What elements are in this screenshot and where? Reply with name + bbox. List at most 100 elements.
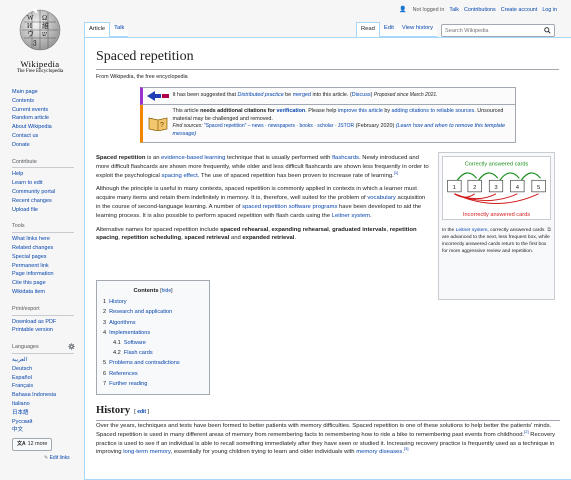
sidebar-item-upload-file[interactable]: Upload file	[12, 207, 38, 213]
toc-item-number: 1	[103, 299, 107, 306]
toc-item[interactable]: 7 Further reading	[103, 379, 203, 389]
tab-article[interactable]: Article	[84, 22, 111, 37]
long-term-memory-link[interactable]: long-term memory	[123, 449, 170, 455]
toc-item[interactable]: 1 History	[103, 297, 203, 307]
sidebar-item-special-pages[interactable]: Special pages	[12, 254, 47, 260]
toc-item[interactable]: 6 References	[103, 369, 203, 379]
sidebar-item-wikidata-item[interactable]: Wikidata item	[12, 289, 45, 295]
print-portal: Print/export Download as PDF Printable v…	[0, 305, 82, 335]
toc-item-link[interactable]: References	[109, 371, 138, 377]
cite-date: (February 2020)	[354, 123, 395, 130]
memory-diseases-link[interactable]: memory diseases	[356, 449, 402, 455]
sidebar-item-donate[interactable]: Donate	[12, 142, 30, 148]
toc-item-link[interactable]: Algorithms	[109, 320, 135, 326]
sidebar-item-recent-changes[interactable]: Recent changes	[12, 198, 52, 204]
lang-indonesian[interactable]: Bahasa Indonesia	[12, 392, 56, 398]
ref-3[interactable]: [3]	[404, 446, 408, 451]
spacing-effect-link[interactable]: spacing effect	[162, 173, 198, 179]
srs-software-link[interactable]: spaced repetition software programs	[242, 204, 337, 210]
gear-icon[interactable]	[68, 343, 75, 350]
log-in-link[interactable]: Log in	[542, 7, 557, 13]
merged-link[interactable]: merged	[293, 92, 311, 98]
lang-russian[interactable]: Русский	[12, 419, 32, 425]
thumbnail-caption: ⧉ In the Leitner system, correctly answe…	[442, 227, 551, 255]
lang-japanese[interactable]: 日本語	[12, 410, 29, 416]
sidebar-item-cite-this-page[interactable]: Cite this page	[12, 280, 46, 286]
toc-item-link[interactable]: Further reading	[109, 381, 147, 387]
toc-item-number: 6	[103, 370, 107, 377]
logo-tagline: The Free Encyclopedia	[16, 69, 64, 74]
create-account-link[interactable]: Create account	[501, 7, 538, 13]
toc-item-number: 4	[103, 329, 107, 336]
toc-item-link[interactable]: Research and application	[109, 309, 172, 315]
leitner-diagram[interactable]: Correctly answered cards 1 2 3 4 5 Incor…	[442, 156, 551, 220]
toc-item-link[interactable]: Implementations	[109, 330, 150, 336]
lang-spanish[interactable]: Español	[12, 375, 32, 381]
edit-links[interactable]: ✎ Edit links	[44, 454, 82, 463]
lang-italian[interactable]: Italiano	[12, 401, 30, 407]
page-title: Spaced repetition	[96, 48, 559, 70]
view-tabs: Read Edit View history	[356, 22, 556, 37]
search-input[interactable]	[445, 27, 542, 34]
toc-item-number: 4.1	[113, 340, 121, 347]
discuss-link[interactable]: Discuss	[352, 92, 371, 98]
enlarge-icon[interactable]: ⧉	[547, 227, 551, 234]
sidebar-item-contact[interactable]: Contact us	[12, 133, 38, 139]
lang-french[interactable]: Français	[12, 383, 33, 389]
toc-hide-link[interactable]: hide	[162, 288, 171, 294]
sidebar-item-page-information[interactable]: Page information	[12, 271, 54, 277]
toc-item[interactable]: 4 Implementations	[103, 328, 203, 338]
toc-item-link[interactable]: Problems and contradictions	[109, 360, 180, 366]
toc-item[interactable]: 2 Research and application	[103, 307, 203, 317]
sidebar-item-community-portal[interactable]: Community portal	[12, 189, 55, 195]
toc-item[interactable]: 4.1 Software	[103, 338, 203, 348]
wikipedia-logo[interactable]: WΩ И 維 ウש ვ Wikipedia The Free Encycloped…	[0, 0, 80, 82]
search-box[interactable]	[441, 24, 556, 37]
merge-target-link[interactable]: Distributed practice	[238, 92, 284, 98]
sidebar-item-help[interactable]: Help	[12, 171, 23, 177]
contributions-link[interactable]: Contributions	[464, 7, 496, 13]
talk-link[interactable]: Talk	[449, 7, 459, 13]
leitner-system-link[interactable]: Leitner system	[332, 213, 370, 219]
find-query-link[interactable]: "Spaced repetition"	[204, 123, 246, 129]
tab-edit[interactable]: Edit	[379, 22, 398, 37]
flashcards-link[interactable]: flashcards	[332, 155, 359, 161]
sidebar-item-download-pdf[interactable]: Download as PDF	[12, 319, 56, 325]
sidebar-item-printable-version[interactable]: Printable version	[12, 327, 53, 333]
verification-link[interactable]: verification	[276, 108, 305, 114]
sidebar-item-learn-to-edit[interactable]: Learn to edit	[12, 180, 43, 186]
sidebar-item-contents[interactable]: Contents	[12, 98, 34, 104]
sidebar-item-random-article[interactable]: Random article	[12, 115, 49, 121]
history-edit-link[interactable]: edit	[137, 409, 146, 415]
improve-article-link[interactable]: improve this article	[338, 108, 383, 114]
ref-1[interactable]: [1]	[394, 170, 398, 175]
find-sources-links[interactable]: – news · newspapers · books · scholar · …	[246, 123, 354, 129]
search-icon[interactable]	[544, 27, 551, 34]
toc-item[interactable]: 4.2 Flash cards	[103, 348, 203, 358]
adding-citations-link[interactable]: adding citations to reliable sources	[392, 108, 475, 114]
toc-hide-toggle[interactable]: [hide]	[160, 288, 172, 294]
tab-read[interactable]: Read	[356, 22, 380, 37]
sidebar-item-about[interactable]: About Wikipedia	[12, 124, 52, 130]
toc-item-link[interactable]: History	[109, 299, 126, 305]
toc-item[interactable]: 5 Problems and contradictions	[103, 358, 203, 368]
lang-chinese[interactable]: 中文	[12, 427, 23, 433]
toc-item-link[interactable]: Software	[124, 340, 146, 346]
evidence-based-learning-link[interactable]: evidence-based learning	[161, 155, 225, 161]
toc-item[interactable]: 3 Algorithms	[103, 318, 203, 328]
sidebar-item-permanent-link[interactable]: Permanent link	[12, 263, 49, 269]
tab-talk[interactable]: Talk	[110, 22, 129, 37]
history-edit-section[interactable]: [ edit ]	[134, 409, 149, 415]
caption-leitner-link[interactable]: Leitner system	[456, 228, 488, 233]
sidebar-item-main-page[interactable]: Main page	[12, 89, 38, 95]
sidebar-item-related-changes[interactable]: Related changes	[12, 245, 53, 251]
lang-arabic[interactable]: العربية	[12, 357, 27, 363]
more-languages-button[interactable]: 文A 12 more	[12, 438, 53, 451]
toc-item-link[interactable]: Flash cards	[124, 350, 153, 356]
sidebar-item-current-events[interactable]: Current events	[12, 107, 48, 113]
lang-german[interactable]: Deutsch	[12, 366, 32, 372]
box-2-label: 2	[473, 185, 476, 191]
sidebar-item-what-links-here[interactable]: What links here	[12, 236, 50, 242]
vocabulary-link[interactable]: vocabulary	[367, 195, 396, 201]
tab-view-history[interactable]: View history	[397, 22, 438, 37]
